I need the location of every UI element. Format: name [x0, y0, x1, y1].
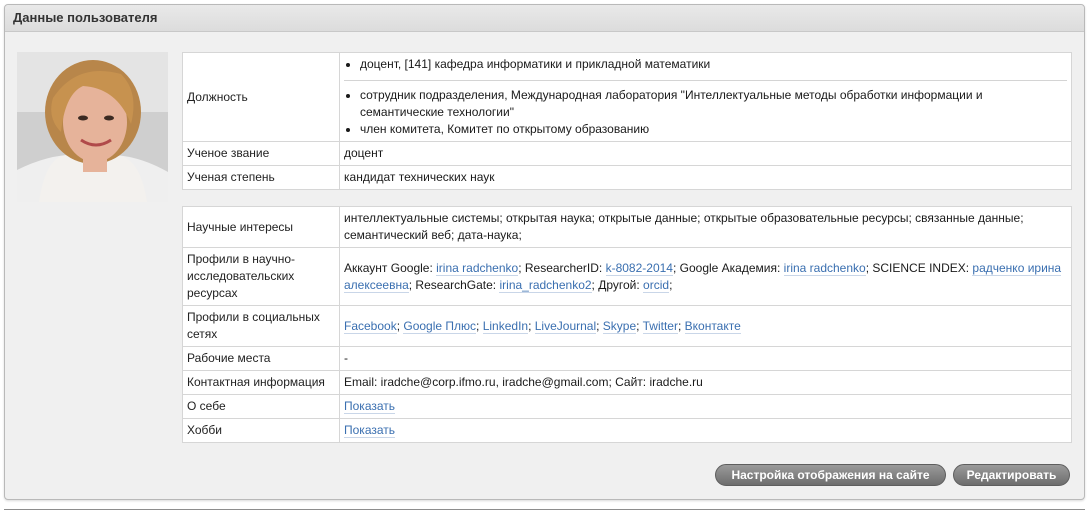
social-link-google-plus[interactable]: Google Плюс — [403, 318, 477, 334]
position-value: доцент, [141] кафедра информатики и прик… — [339, 52, 1072, 142]
research-profiles-tail: ; — [669, 277, 673, 292]
google-account-label: Аккаунт Google: — [344, 260, 437, 275]
divider — [4, 509, 1085, 510]
researcherid-label: ; ResearcherID: — [518, 260, 606, 275]
user-photo — [17, 52, 168, 202]
contact-label: Контактная информация — [182, 370, 340, 395]
edit-button[interactable]: Редактировать — [953, 464, 1070, 486]
hobby-value: Показать — [339, 418, 1072, 443]
display-settings-button[interactable]: Настройка отображения на сайте — [715, 464, 946, 486]
table-row: Контактная информация Email: iradche@cor… — [182, 370, 1072, 395]
interests-value: интеллектуальные системы; открытая наука… — [339, 206, 1072, 248]
table-row: Профили в научно-исследовательских ресур… — [182, 247, 1072, 306]
social-link-linkedin[interactable]: LinkedIn — [482, 318, 529, 334]
table-row: Должность доцент, [141] кафедра информат… — [182, 52, 1072, 142]
about-value: Показать — [339, 394, 1072, 419]
hobby-show-link[interactable]: Показать — [344, 423, 396, 438]
researcherid-link[interactable]: k-8082-2014 — [605, 260, 673, 276]
position-label: Должность — [182, 52, 340, 142]
position-list: доцент, [141] кафедра информатики и прик… — [344, 56, 1067, 73]
other-label: ; Другой: — [591, 277, 644, 292]
researchgate-label: ; ResearchGate: — [408, 277, 500, 292]
interests-label: Научные интересы — [182, 206, 340, 248]
about-show-link[interactable]: Показать — [344, 399, 396, 414]
hobby-label: Хобби — [182, 418, 340, 443]
scholar-label: ; Google Академия: — [672, 260, 784, 275]
position-table: Должность доцент, [141] кафедра информат… — [182, 52, 1072, 190]
user-photo-image — [17, 52, 168, 202]
about-label: О себе — [182, 394, 340, 419]
scholar-link[interactable]: irina radchenko — [783, 260, 866, 276]
academic-title-label: Ученое звание — [182, 141, 340, 166]
position-list: сотрудник подразделения, Международная л… — [344, 87, 1067, 138]
google-account-link[interactable]: irina radchenko — [436, 260, 519, 276]
table-row: Ученая степень кандидат технических наук — [182, 165, 1072, 190]
workplaces-label: Рабочие места — [182, 346, 340, 371]
social-link-facebook[interactable]: Facebook — [344, 318, 397, 334]
table-row: Научные интересы интеллектуальные систем… — [182, 206, 1072, 248]
details-table: Научные интересы интеллектуальные систем… — [182, 206, 1072, 443]
academic-title-value: доцент — [339, 141, 1072, 166]
academic-degree-value: кандидат технических наук — [339, 165, 1072, 190]
social-link-twitter[interactable]: Twitter — [642, 318, 678, 334]
position-item: член комитета, Комитет по открытому обра… — [360, 121, 1067, 138]
table-row: Ученое звание доцент — [182, 141, 1072, 166]
social-link-livejournal[interactable]: LiveJournal — [534, 318, 597, 334]
research-profiles-value: Аккаунт Google: irina radchenko; Researc… — [339, 247, 1072, 306]
science-index-label: ; SCIENCE INDEX: — [865, 260, 973, 275]
academic-degree-label: Ученая степень — [182, 165, 340, 190]
table-row: Хобби Показать — [182, 418, 1072, 443]
divider — [344, 80, 1067, 81]
research-profiles-label: Профили в научно-исследовательских ресур… — [182, 247, 340, 306]
social-label: Профили в социальных сетях — [182, 305, 340, 347]
position-item: доцент, [141] кафедра информатики и прик… — [360, 56, 1067, 73]
social-link-skype[interactable]: Skype — [602, 318, 637, 334]
contact-value: Email: iradche@corp.ifmo.ru, iradche@gma… — [339, 370, 1072, 395]
panel-title: Данные пользователя — [5, 5, 1084, 32]
user-data-panel: Данные пользователя Должность доцент, [1… — [4, 4, 1085, 500]
orcid-link[interactable]: orcid — [643, 277, 670, 293]
position-item: сотрудник подразделения, Международная л… — [360, 87, 1067, 121]
social-links: Facebook; Google Плюс; LinkedIn; LiveJou… — [339, 305, 1072, 347]
table-row: О себе Показать — [182, 394, 1072, 419]
social-link-vkontakte[interactable]: Вконтакте — [684, 318, 741, 334]
workplaces-value: - — [339, 346, 1072, 371]
researchgate-link[interactable]: irina_radchenko2 — [499, 277, 592, 293]
table-row: Профили в социальных сетях Facebook; Goo… — [182, 305, 1072, 347]
table-row: Рабочие места - — [182, 346, 1072, 371]
